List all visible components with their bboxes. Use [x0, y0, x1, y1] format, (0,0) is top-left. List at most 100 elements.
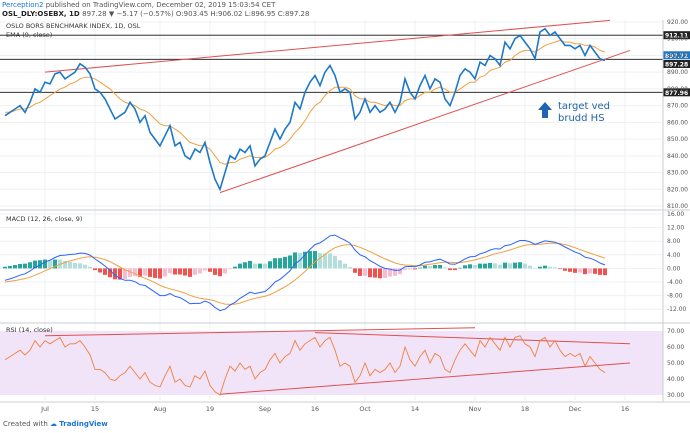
macd-histogram-bar — [438, 265, 442, 269]
macd-histogram-bar — [443, 267, 447, 269]
y-tick-label: 12.00 — [667, 225, 684, 232]
macd-histogram-bar — [103, 268, 107, 275]
macd-histogram-bar — [333, 255, 337, 269]
macd-histogram-bar — [183, 268, 187, 276]
macd-histogram-bar — [233, 266, 237, 269]
x-tick-label: Dec — [569, 405, 582, 413]
y-tick-label: -4.00 — [667, 279, 683, 286]
macd-histogram-bar — [558, 268, 562, 270]
x-tick-label: Jul — [40, 405, 49, 413]
macd-histogram-bar — [343, 263, 347, 269]
macd-histogram-bar — [508, 263, 512, 269]
macd-histogram-bar — [408, 268, 412, 270]
y-tick-label: -12.00 — [667, 306, 687, 313]
macd-histogram-bar — [488, 262, 492, 269]
macd-histogram-bar — [493, 263, 497, 269]
price-level-label: 897.28 — [665, 62, 688, 69]
macd-histogram-bar — [458, 267, 462, 269]
macd-histogram-bar — [428, 266, 432, 269]
macd-histogram-bar — [483, 263, 487, 269]
macd-histogram-bar — [248, 260, 252, 269]
x-tick-label: Aug — [154, 405, 167, 413]
macd-histogram-bar — [568, 268, 572, 272]
macd-histogram-bar — [143, 268, 147, 276]
macd-histogram-bar — [243, 262, 247, 269]
y-tick-label: 910.00 — [667, 36, 688, 43]
macd-histogram-bar — [73, 262, 77, 269]
macd-histogram-bar — [18, 263, 22, 269]
macd-histogram-bar — [193, 268, 197, 275]
macd-histogram-bar — [448, 268, 452, 271]
macd-histogram-bar — [463, 265, 467, 269]
macd-histogram-bar — [318, 253, 322, 269]
macd-histogram-bar — [413, 268, 417, 270]
macd-histogram-bar — [278, 258, 282, 269]
ema-legend-label: EMA (9, close) — [6, 31, 52, 39]
macd-histogram-bar — [583, 268, 587, 275]
macd-histogram-bar — [433, 265, 437, 269]
y-tick-label: 840.00 — [667, 153, 688, 160]
macd-histogram-bar — [88, 266, 92, 269]
macd-histogram-bar — [78, 263, 82, 269]
macd-histogram-bar — [468, 264, 472, 269]
macd-histogram-bar — [518, 262, 522, 269]
y-tick-label: 920.00 — [667, 19, 688, 26]
macd-histogram-bar — [168, 268, 172, 274]
tradingview-brand[interactable]: TradingView — [59, 420, 108, 428]
macd-histogram-bar — [203, 268, 207, 271]
macd-histogram-bar — [3, 266, 7, 269]
macd-histogram-bar — [273, 258, 277, 269]
y-tick-label: 70.00 — [667, 328, 684, 335]
rsi-title: RSI (14, close) — [6, 326, 53, 334]
macd-histogram-bar — [218, 268, 222, 277]
macd-histogram-bar — [573, 268, 577, 273]
x-tick-label: 16 — [311, 405, 319, 413]
macd-histogram-bar — [288, 255, 292, 269]
macd-histogram-bar — [68, 261, 72, 269]
macd-histogram-bar — [163, 268, 167, 277]
text-labels: OSLO BORS BENCHMARK INDEX, 1D, OSL EMA (… — [6, 22, 610, 334]
macd-pane — [3, 234, 607, 312]
x-tick-label: 19 — [206, 405, 214, 413]
macd-histogram-bar — [358, 268, 362, 276]
macd-histogram-bar — [153, 268, 157, 278]
macd-histogram-bar — [313, 251, 317, 269]
macd-histogram-bar — [43, 259, 47, 269]
y-tick-label: 830.00 — [667, 170, 688, 177]
rsi-pane — [0, 327, 663, 396]
macd-histogram-bar — [263, 263, 267, 269]
macd-histogram-bar — [338, 260, 342, 269]
x-tick-label: Oct — [359, 405, 371, 413]
macd-histogram-bar — [173, 268, 177, 275]
y-tick-label: 850.00 — [667, 136, 688, 143]
macd-histogram-bar — [83, 264, 87, 269]
macd-histogram-bar — [228, 268, 232, 270]
macd-histogram-bar — [188, 268, 192, 277]
macd-histogram-bar — [28, 262, 32, 269]
macd-histogram-bar — [268, 261, 272, 269]
macd-histogram-bar — [598, 268, 602, 275]
macd-title: MACD (12, 26, close, 9) — [6, 215, 82, 223]
macd-histogram-bar — [208, 268, 212, 272]
x-tick-label: 14 — [411, 405, 419, 413]
macd-histogram-bar — [513, 262, 517, 269]
footer: Created with ☁ TradingView — [3, 420, 108, 428]
x-tick-label: Sep — [259, 405, 271, 413]
chart-canvas: 912.11897.72897.28877.96 810.00820.00830… — [0, 19, 690, 413]
x-tick-label: 18 — [521, 405, 529, 413]
macd-histogram-bar — [378, 268, 382, 279]
macd-histogram-bar — [503, 262, 507, 269]
y-tick-label: 860.00 — [667, 119, 688, 126]
macd-histogram-bar — [283, 256, 287, 269]
y-tick-label: 900.00 — [667, 52, 688, 59]
macd-histogram-bar — [543, 265, 547, 269]
macd-histogram-bar — [98, 268, 102, 273]
macd-histogram-bar — [498, 264, 502, 269]
x-tick-label: 16 — [621, 405, 629, 413]
macd-histogram-bar — [538, 266, 542, 269]
macd-histogram-bar — [563, 268, 567, 271]
macd-histogram-bar — [258, 263, 262, 269]
macd-histogram-bar — [223, 268, 227, 274]
annotation-line2: brudd HS — [558, 113, 605, 124]
macd-histogram-bar — [158, 268, 162, 279]
